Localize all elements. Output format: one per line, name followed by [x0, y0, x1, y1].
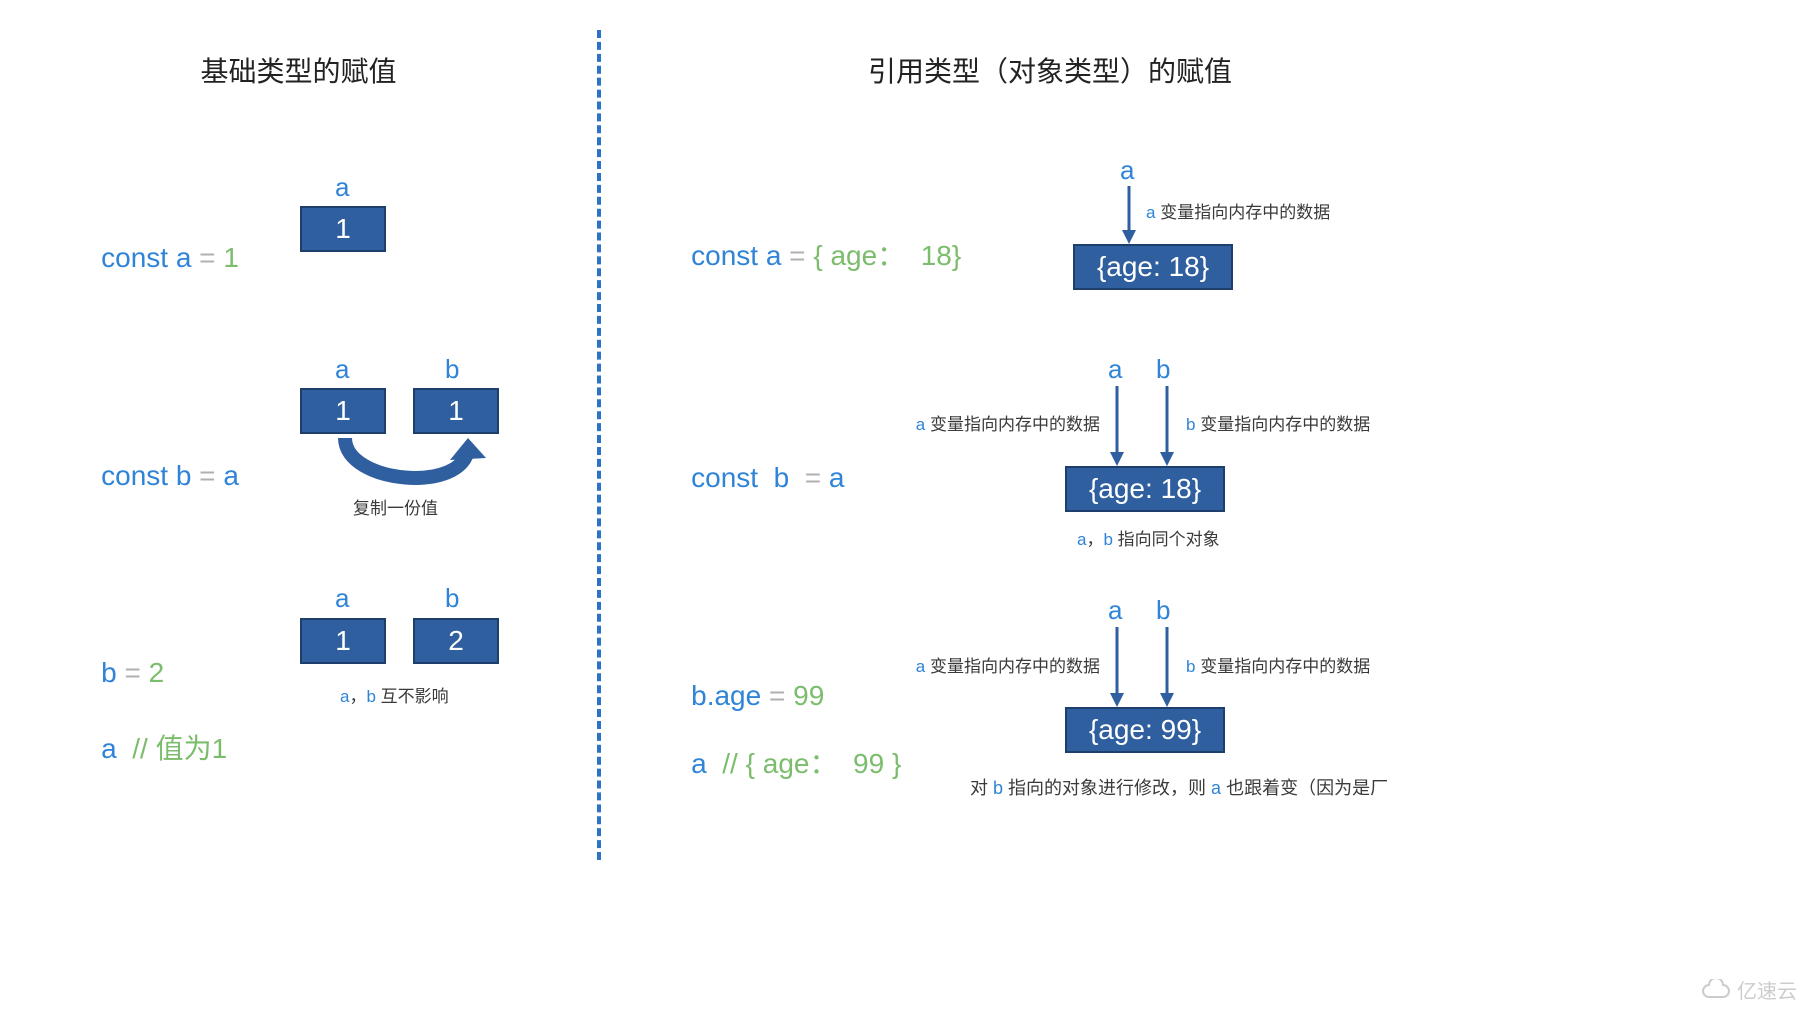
right-row2-arrow-b: b 变量指向内存中的数据 [1186, 410, 1370, 435]
arrow-b-text: 变量指向内存中的数据 [1195, 415, 1370, 434]
const-kw: const [691, 240, 766, 271]
watermark-text: 亿速云 [1737, 975, 1797, 1004]
const-kw: const [101, 242, 176, 273]
arrow-down-a-icon [1108, 627, 1126, 707]
left-row3-note: a，b 互不影响 [340, 682, 449, 707]
note-suffix: 指向同个对象 [1113, 530, 1220, 549]
right-row1-code: const a = { age： 18} [660, 202, 961, 306]
note-suffix: 互不影响 [376, 687, 449, 706]
var-a: a [766, 240, 782, 271]
right-row2-arrow-a: a 变量指向内存中的数据 [900, 410, 1100, 435]
lit-1: 1 [223, 242, 239, 273]
rhs-a: a [223, 460, 239, 491]
f-b: b [993, 778, 1003, 798]
watermark: 亿速云 [1701, 975, 1797, 1004]
var-a: a [691, 748, 707, 779]
left-row3-label-b: b [445, 583, 459, 614]
right-row1-label-a: a [1120, 155, 1134, 186]
left-row1-label-a: a [335, 172, 349, 203]
left-row3-box-a: 1 [300, 618, 386, 664]
right-row1-arrow-text: a 变量指向内存中的数据 [1146, 198, 1330, 223]
right-row3-arrow-b: b 变量指向内存中的数据 [1186, 652, 1370, 677]
right-row1-box: {age: 18} [1073, 244, 1233, 290]
obj-lit: { age： 18} [813, 240, 961, 271]
arrow-down-icon [1120, 186, 1138, 244]
right-row3-label-b: b [1156, 595, 1170, 626]
eq-op: = [117, 657, 149, 688]
eq-op: = [761, 680, 793, 711]
left-panel: 基础类型的赋值 const a = 1 a 1 const b = a a b … [0, 0, 597, 1012]
right-row3-box: {age: 99} [1065, 707, 1225, 753]
a-prefix: a [916, 657, 925, 676]
right-row3-label-a: a [1108, 595, 1122, 626]
eq-op: = [789, 462, 829, 493]
arrow-down-a-icon [1108, 386, 1126, 466]
left-row1-box-a: 1 [300, 206, 386, 252]
right-row2-label-a: a [1108, 354, 1122, 385]
lit-2: 2 [149, 657, 165, 688]
lit-99: 99 [793, 680, 824, 711]
right-panel: 引用类型（对象类型）的赋值 const a = { age： 18} a a 变… [600, 0, 1809, 1012]
right-title: 引用类型（对象类型）的赋值 [600, 50, 1500, 90]
f2: 指向的对象进行修改，则 [1003, 778, 1211, 798]
rhs-a: a [829, 462, 845, 493]
right-row2-code: const b = a [660, 430, 844, 526]
note-sep: ， [1086, 530, 1103, 549]
f3: 也跟着变（因为是厂 [1221, 778, 1388, 798]
arrow-text: 变量指向内存中的数据 [1155, 203, 1330, 222]
left-row2-label-b: b [445, 354, 459, 385]
left-row3-box-b: 2 [413, 618, 499, 664]
f-a: a [1211, 778, 1221, 798]
right-row2-box: {age: 18} [1065, 466, 1225, 512]
left-row2-box-a: 1 [300, 388, 386, 434]
eq-op: = [191, 460, 223, 491]
left-row2-note: 复制一份值 [353, 494, 438, 519]
left-row2-label-a: a [335, 354, 349, 385]
left-row2-box-b: 1 [413, 388, 499, 434]
eq-op: = [781, 240, 813, 271]
note-b: b [1103, 530, 1112, 549]
arrow-down-b-icon [1158, 386, 1176, 466]
cloud-icon [1701, 979, 1731, 1001]
const-kw: const [101, 460, 176, 491]
comment-slash: // [707, 748, 746, 779]
arrow-b-text: 变量指向内存中的数据 [1195, 657, 1370, 676]
arrow-a-text: 变量指向内存中的数据 [925, 657, 1100, 676]
comment-slash: // [117, 733, 156, 764]
left-title: 基础类型的赋值 [0, 50, 597, 90]
right-row3-arrow-a: a 变量指向内存中的数据 [900, 652, 1100, 677]
var-b: b [101, 657, 117, 688]
right-row3-footer: 对 b 指向的对象进行修改，则 a 也跟着变（因为是厂 [970, 774, 1388, 800]
b-age: b.age [691, 680, 761, 711]
var-a: a [101, 733, 117, 764]
right-row2-label-b: b [1156, 354, 1170, 385]
arrow-down-b-icon [1158, 627, 1176, 707]
f1: 对 [970, 778, 993, 798]
a-prefix: a [916, 415, 925, 434]
left-row2-code: const b = a [70, 428, 239, 524]
const-kw: const [691, 462, 773, 493]
right-row3-code2: a // { age： 99 } [660, 710, 901, 814]
eq-op: = [191, 242, 223, 273]
note-b: b [366, 687, 375, 706]
right-row2-note: a，b 指向同个对象 [1077, 525, 1220, 550]
comment-obj: { age： 99 } [746, 748, 902, 779]
left-row3-code2: a // 值为1 [70, 695, 227, 799]
var-a: a [176, 242, 192, 273]
var-b: b [774, 462, 790, 493]
note-sep: ， [349, 687, 366, 706]
arrow-a-text: 变量指向内存中的数据 [925, 415, 1100, 434]
comment-msg: 值为1 [156, 733, 228, 764]
left-row3-label-a: a [335, 583, 349, 614]
left-row1-code: const a = 1 [70, 210, 239, 306]
var-b: b [176, 460, 192, 491]
